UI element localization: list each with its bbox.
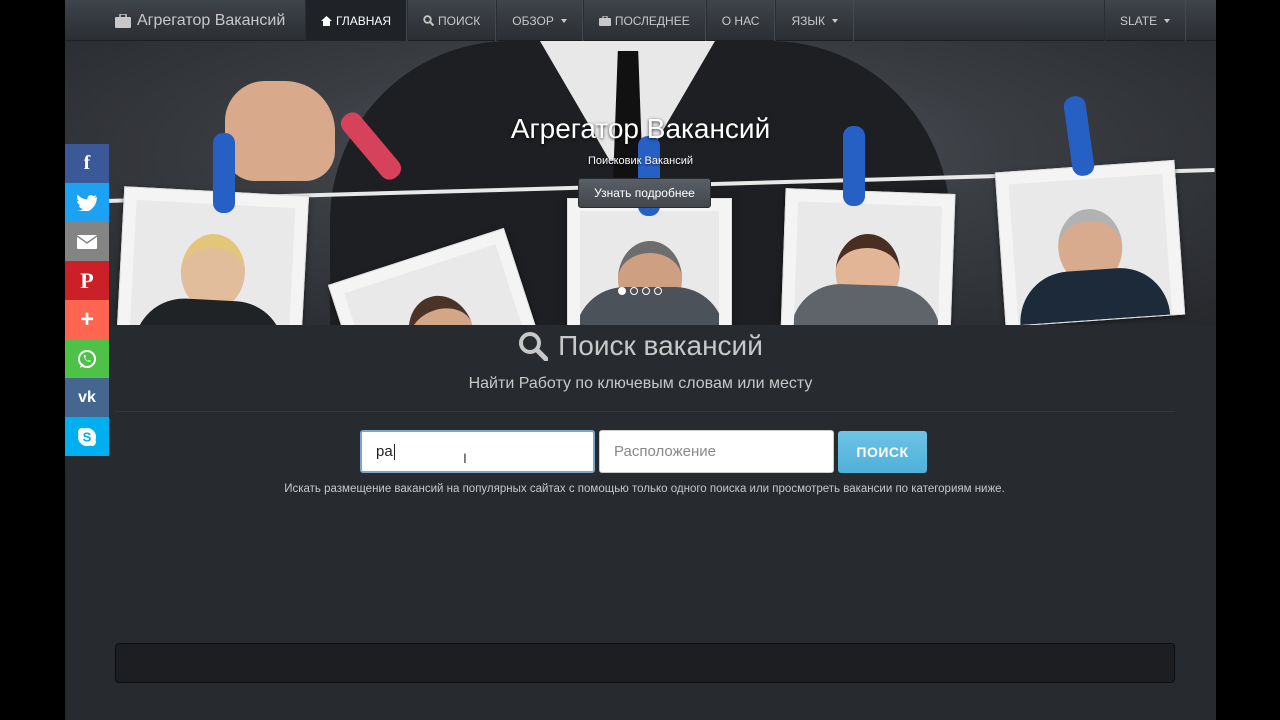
hero-subtitle: Поисковик Вакансий bbox=[587, 155, 694, 167]
nav-about[interactable]: О НАС bbox=[705, 0, 776, 41]
search-icon bbox=[423, 15, 435, 26]
vk-share-button[interactable]: vk bbox=[65, 378, 109, 417]
search-help-text: Искать размещение вакансий на популярных… bbox=[284, 483, 1005, 495]
facebook-icon: f bbox=[83, 152, 91, 174]
brand[interactable]: Агрегатор Вакансий bbox=[115, 0, 285, 41]
nav-search[interactable]: ПОИСК bbox=[407, 0, 497, 41]
clothespin-icon bbox=[213, 133, 235, 213]
caret-down-icon bbox=[832, 18, 839, 23]
skype-icon: S bbox=[78, 427, 96, 446]
search-subtitle: Найти Работу по ключевым словам или мест… bbox=[468, 375, 813, 392]
svg-text:S: S bbox=[83, 429, 92, 444]
caret-down-icon bbox=[560, 18, 567, 23]
hero-photo-card bbox=[567, 198, 732, 325]
share-bar: f P + vk S bbox=[65, 144, 109, 456]
search-heading: Поиск вакансий bbox=[65, 330, 1216, 362]
nav-latest-label: ПОСЛЕДНЕЕ bbox=[614, 13, 690, 28]
whatsapp-icon bbox=[78, 349, 96, 368]
twitter-icon bbox=[77, 194, 97, 211]
learn-more-button[interactable]: Узнать подробнее bbox=[578, 178, 711, 208]
briefcase-icon bbox=[598, 15, 611, 26]
location-input-placeholder: Расположение bbox=[614, 443, 716, 460]
keyword-input-value: ра bbox=[376, 443, 393, 460]
nav-language-label: ЯЗЫК bbox=[791, 13, 826, 28]
search-icon bbox=[519, 332, 549, 361]
nav-theme[interactable]: SLATE bbox=[1104, 0, 1187, 41]
email-icon bbox=[77, 234, 97, 249]
skype-share-button[interactable]: S bbox=[65, 417, 109, 456]
plus-icon: + bbox=[79, 305, 94, 333]
nav-language[interactable]: ЯЗЫК bbox=[775, 0, 855, 41]
results-panel bbox=[115, 643, 1175, 683]
carousel-dot[interactable] bbox=[642, 287, 650, 295]
location-input[interactable]: Расположение bbox=[599, 430, 834, 473]
twitter-share-button[interactable] bbox=[65, 183, 109, 222]
carousel-dot[interactable] bbox=[618, 287, 626, 295]
home-icon bbox=[321, 15, 332, 26]
carousel-dot[interactable] bbox=[654, 287, 662, 295]
nav-theme-label: SLATE bbox=[1120, 13, 1158, 28]
brand-label: Агрегатор Вакансий bbox=[137, 11, 286, 29]
pinterest-icon: P bbox=[80, 267, 94, 293]
caret-down-icon bbox=[1164, 18, 1171, 23]
whatsapp-share-button[interactable] bbox=[65, 339, 109, 378]
nav-home[interactable]: ГЛАВНАЯ bbox=[305, 0, 408, 41]
nav-right: SLATE bbox=[1104, 0, 1187, 41]
hero-photo-card bbox=[994, 159, 1186, 325]
page: Агрегатор Вакансий ГЛАВНАЯ ПОИСК ОБЗОР П… bbox=[65, 0, 1216, 720]
facebook-share-button[interactable]: f bbox=[65, 144, 109, 183]
briefcase-icon bbox=[115, 13, 131, 28]
hero-photo-card bbox=[115, 186, 310, 325]
divider bbox=[115, 411, 1175, 412]
nav-latest[interactable]: ПОСЛЕДНЕЕ bbox=[582, 0, 706, 41]
nav-overview[interactable]: ОБЗОР bbox=[496, 0, 583, 41]
carousel-indicators bbox=[618, 287, 662, 295]
nav-home-label: ГЛАВНАЯ bbox=[336, 13, 392, 28]
search-title: Поиск вакансий bbox=[558, 330, 763, 361]
ibeam-cursor-icon: I bbox=[463, 450, 467, 466]
nav-menu: ГЛАВНАЯ ПОИСК ОБЗОР ПОСЛЕДНЕЕ О НАС ЯЗЫК bbox=[305, 0, 855, 41]
hero-title: Агрегатор Вакансий bbox=[510, 113, 771, 144]
email-share-button[interactable] bbox=[65, 222, 109, 261]
nav-overview-label: ОБЗОР bbox=[512, 13, 554, 28]
more-share-button[interactable]: + bbox=[65, 300, 109, 339]
vk-icon: vk bbox=[78, 388, 96, 406]
nav-about-label: О НАС bbox=[721, 13, 760, 28]
navbar: Агрегатор Вакансий ГЛАВНАЯ ПОИСК ОБЗОР П… bbox=[65, 0, 1216, 41]
hero-photo-card bbox=[780, 188, 956, 325]
search-button[interactable]: ПОИСК bbox=[838, 431, 927, 473]
carousel-dot[interactable] bbox=[630, 287, 638, 295]
text-cursor bbox=[393, 443, 395, 460]
pinterest-share-button[interactable]: P bbox=[65, 261, 109, 300]
keyword-input[interactable]: ра bbox=[360, 430, 595, 473]
nav-search-label: ПОИСК bbox=[438, 13, 481, 28]
hero-carousel[interactable]: Агрегатор Вакансий Поисковик Вакансий Уз… bbox=[65, 41, 1216, 325]
